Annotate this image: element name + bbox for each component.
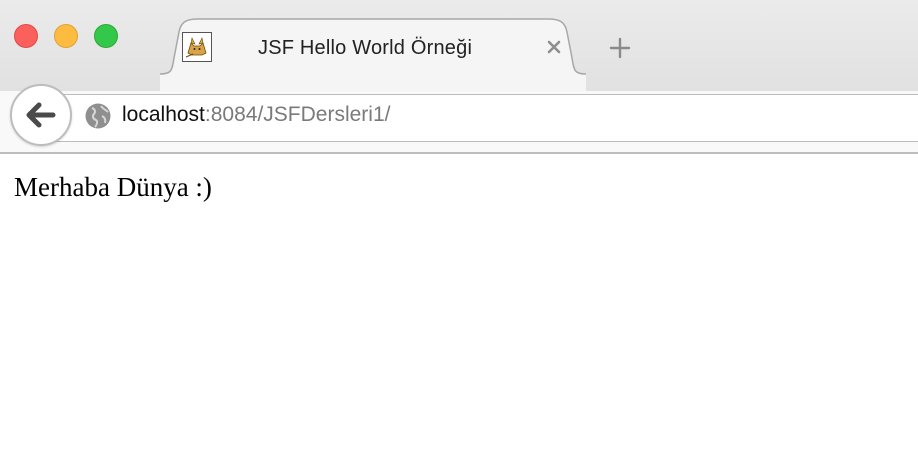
globe-icon	[85, 103, 111, 129]
close-icon[interactable]	[544, 37, 564, 57]
back-arrow-icon	[26, 102, 56, 128]
window-maximize-button[interactable]	[94, 24, 118, 48]
title-bar: JSF Hello World Örneği	[0, 0, 918, 92]
url-text[interactable]: localhost:8084/JSFDersleri1/	[122, 103, 390, 127]
browser-tab[interactable]: JSF Hello World Örneği	[160, 18, 586, 92]
url-path: :8084/JSFDersleri1/	[204, 103, 391, 126]
plus-icon[interactable]	[606, 34, 634, 62]
back-button[interactable]	[10, 84, 72, 146]
tab-title: JSF Hello World Örneği	[258, 37, 473, 59]
window-minimize-button[interactable]	[54, 24, 78, 48]
url-host: localhost	[122, 103, 205, 126]
tomcat-icon	[182, 32, 212, 62]
page-text: Merhaba Dünya :)	[14, 172, 212, 202]
window-close-button[interactable]	[14, 24, 38, 48]
